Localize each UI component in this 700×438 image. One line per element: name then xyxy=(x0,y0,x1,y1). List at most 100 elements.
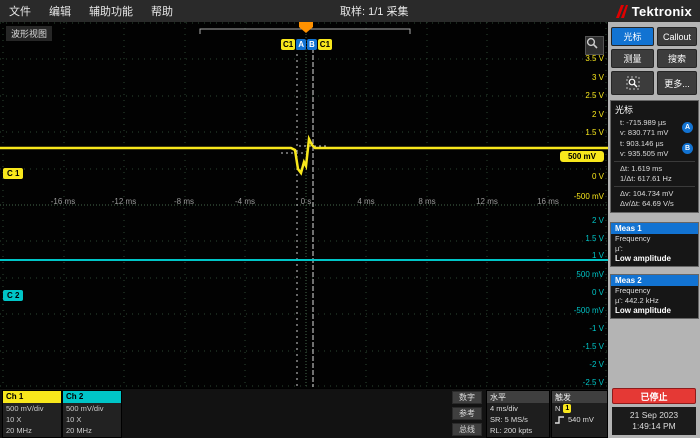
zoom-overview-button[interactable] xyxy=(585,36,604,55)
inverse-delta-t-readout: 1/Δt: 617.61 Hz xyxy=(620,174,672,183)
meas1-status: Low amplitude xyxy=(615,254,671,263)
cursor-b-source-badge[interactable]: C1 xyxy=(317,39,333,50)
cursor-readout-panel[interactable]: 光标 t: -715.989 µs v: 830.771 mV A t: 903… xyxy=(610,100,699,213)
y-axis-label: -2.5 V xyxy=(582,378,604,387)
y-axis-label: 3 V xyxy=(591,73,604,82)
y-axis-label: 2.5 V xyxy=(585,91,604,100)
channel1-scale: 500 mV/div xyxy=(6,404,44,413)
y-axis-label: 1.5 V xyxy=(585,234,604,243)
menu-bar: 文件 编辑 辅助功能 帮助 取样: 1/1 采集 Tektronix xyxy=(0,0,700,23)
meas1-mean: µ': xyxy=(615,244,623,253)
time-text: 1:49:14 PM xyxy=(632,421,676,431)
cursor-a-handle[interactable]: A xyxy=(296,39,307,50)
meas2-type: Frequency xyxy=(615,286,651,295)
cursor-a-voltage: v: 830.771 mV xyxy=(620,127,669,137)
slope-readout: Δv/Δt: 64.69 V/s xyxy=(620,199,674,208)
y-axis-label: 2 V xyxy=(591,110,604,119)
cursor-a-source-badge[interactable]: C1 xyxy=(281,39,296,50)
date-text: 21 Sep 2023 xyxy=(629,410,679,420)
delta-t-readout: Δt: 1.619 ms xyxy=(620,164,663,173)
zoom-mode-button[interactable] xyxy=(611,71,654,95)
horizontal-tile-title: 水平 xyxy=(487,391,549,403)
horizontal-scale: 4 ms/div xyxy=(490,404,518,413)
cursor-b-voltage: v: 935.505 mV xyxy=(620,148,669,158)
meas2-badge[interactable]: Meas 2 Frequency µ': 442.2 kHz Low ampli… xyxy=(610,274,699,319)
trigger-tile[interactable]: 触发 N 1 540 mV xyxy=(551,390,608,438)
menu-file[interactable]: 文件 xyxy=(0,0,40,22)
cursors-button[interactable]: 光标 xyxy=(611,27,654,46)
channel2-bandwidth: 20 MHz xyxy=(66,426,92,435)
waveform-view[interactable]: 波形视图 C1 A B C1 C 1 C 2 500 mV 3.5 V 3 V … xyxy=(0,22,608,388)
meas1-badge[interactable]: Meas 1 Frequency µ': Low amplitude xyxy=(610,222,699,267)
acquisition-status: 取样: 1/1 采集 xyxy=(340,6,409,18)
trigger-tile-title: 触发 xyxy=(552,391,607,403)
y-axis-label: -1.5 V xyxy=(582,342,604,351)
run-stop-button[interactable]: 已停止 xyxy=(612,388,696,404)
x-axis-label: 4 ms xyxy=(357,197,375,206)
trigger-level: 540 mV xyxy=(568,415,594,424)
digital-button[interactable]: 数字 xyxy=(452,391,482,404)
y-axis-label: 0 V xyxy=(591,172,604,181)
channel1-trace[interactable] xyxy=(0,134,608,176)
right-panel: 光标 Callout 测量 搜索 更多... 光标 t: -715.989 µs… xyxy=(608,22,700,438)
x-axis-label: -4 ms xyxy=(235,197,255,206)
delta-v-readout: Δv: 104.734 mV xyxy=(620,189,674,198)
meas1-title: Meas 1 xyxy=(611,223,698,234)
x-axis-label: -12 ms xyxy=(111,197,137,206)
reference-button[interactable]: 参考 xyxy=(452,407,482,420)
y-axis-label: -500 mV xyxy=(573,306,604,315)
search-button[interactable]: 搜索 xyxy=(657,49,697,68)
cursor-a-time: t: -715.989 µs xyxy=(620,118,667,127)
cursor-b-readout: t: 903.146 µs v: 935.505 mV B xyxy=(611,138,698,159)
meas1-type: Frequency xyxy=(615,234,651,243)
y-axis-label: -1 V xyxy=(589,324,604,333)
rising-edge-icon xyxy=(555,415,564,424)
trigger-position-marker[interactable] xyxy=(299,22,313,33)
x-axis-label: 12 ms xyxy=(476,197,498,206)
y-axis-label: 500 mV xyxy=(576,270,604,279)
cursor-readout-title: 光标 xyxy=(615,105,634,115)
channel2-scale: 500 mV/div xyxy=(66,404,104,413)
bottom-bar: Ch 1 500 mV/div 10 X 20 MHz Ch 2 500 mV/… xyxy=(0,388,608,438)
y-axis-label: 1.5 V xyxy=(585,128,604,137)
y-axis-label: 2 V xyxy=(591,216,604,225)
trigger-source-badge: 1 xyxy=(563,404,572,413)
callout-button[interactable]: Callout xyxy=(657,27,697,46)
record-length: RL: 200 kpts xyxy=(490,426,533,435)
zoom-icon xyxy=(626,76,639,90)
menu-utility[interactable]: 辅助功能 xyxy=(80,0,142,22)
meas2-status: Low amplitude xyxy=(615,306,671,315)
y-axis-label: -2 V xyxy=(589,360,604,369)
divider xyxy=(614,186,695,187)
channel1-badge[interactable]: C 1 xyxy=(3,168,24,179)
x-axis-label: 8 ms xyxy=(418,197,436,206)
x-axis-label: 0 s xyxy=(300,197,312,206)
tektronix-logo-mark xyxy=(615,4,628,18)
channel1-level-badge[interactable]: 500 mV xyxy=(560,151,604,162)
bus-button[interactable]: 总线 xyxy=(452,423,482,436)
menu-help[interactable]: 帮助 xyxy=(142,0,182,22)
trigger-mode: N xyxy=(555,404,561,413)
y-axis-label: 1 V xyxy=(591,251,604,260)
x-axis-label: -8 ms xyxy=(174,197,194,206)
menu-edit[interactable]: 编辑 xyxy=(40,0,80,22)
more-button[interactable]: 更多... xyxy=(657,71,697,95)
tektronix-logo-text: Tektronix xyxy=(631,3,692,19)
channel2-tile[interactable]: Ch 2 500 mV/div 10 X 20 MHz xyxy=(62,390,122,438)
cursor-badge-row: C1 A B C1 xyxy=(281,39,333,50)
y-axis-label: 0 V xyxy=(591,288,604,297)
datetime-display: 21 Sep 2023 1:49:14 PM xyxy=(612,407,696,435)
cursor-b-handle[interactable]: B xyxy=(307,39,317,50)
channel1-bandwidth: 20 MHz xyxy=(6,426,32,435)
tektronix-logo: Tektronix xyxy=(615,0,692,22)
channel2-badge[interactable]: C 2 xyxy=(3,290,24,301)
channel1-tile[interactable]: Ch 1 500 mV/div 10 X 20 MHz xyxy=(2,390,62,438)
divider xyxy=(614,161,695,162)
meas2-mean: µ': 442.2 kHz xyxy=(615,296,659,305)
measure-button[interactable]: 测量 xyxy=(611,49,654,68)
channel2-probe: 10 X xyxy=(66,415,82,424)
horizontal-tile[interactable]: 水平 4 ms/div SR: 5 MS/s RL: 200 kpts xyxy=(486,390,550,438)
meas2-title: Meas 2 xyxy=(611,275,698,286)
sample-rate: SR: 5 MS/s xyxy=(490,415,528,424)
cursor-b-badge: B xyxy=(682,143,693,154)
